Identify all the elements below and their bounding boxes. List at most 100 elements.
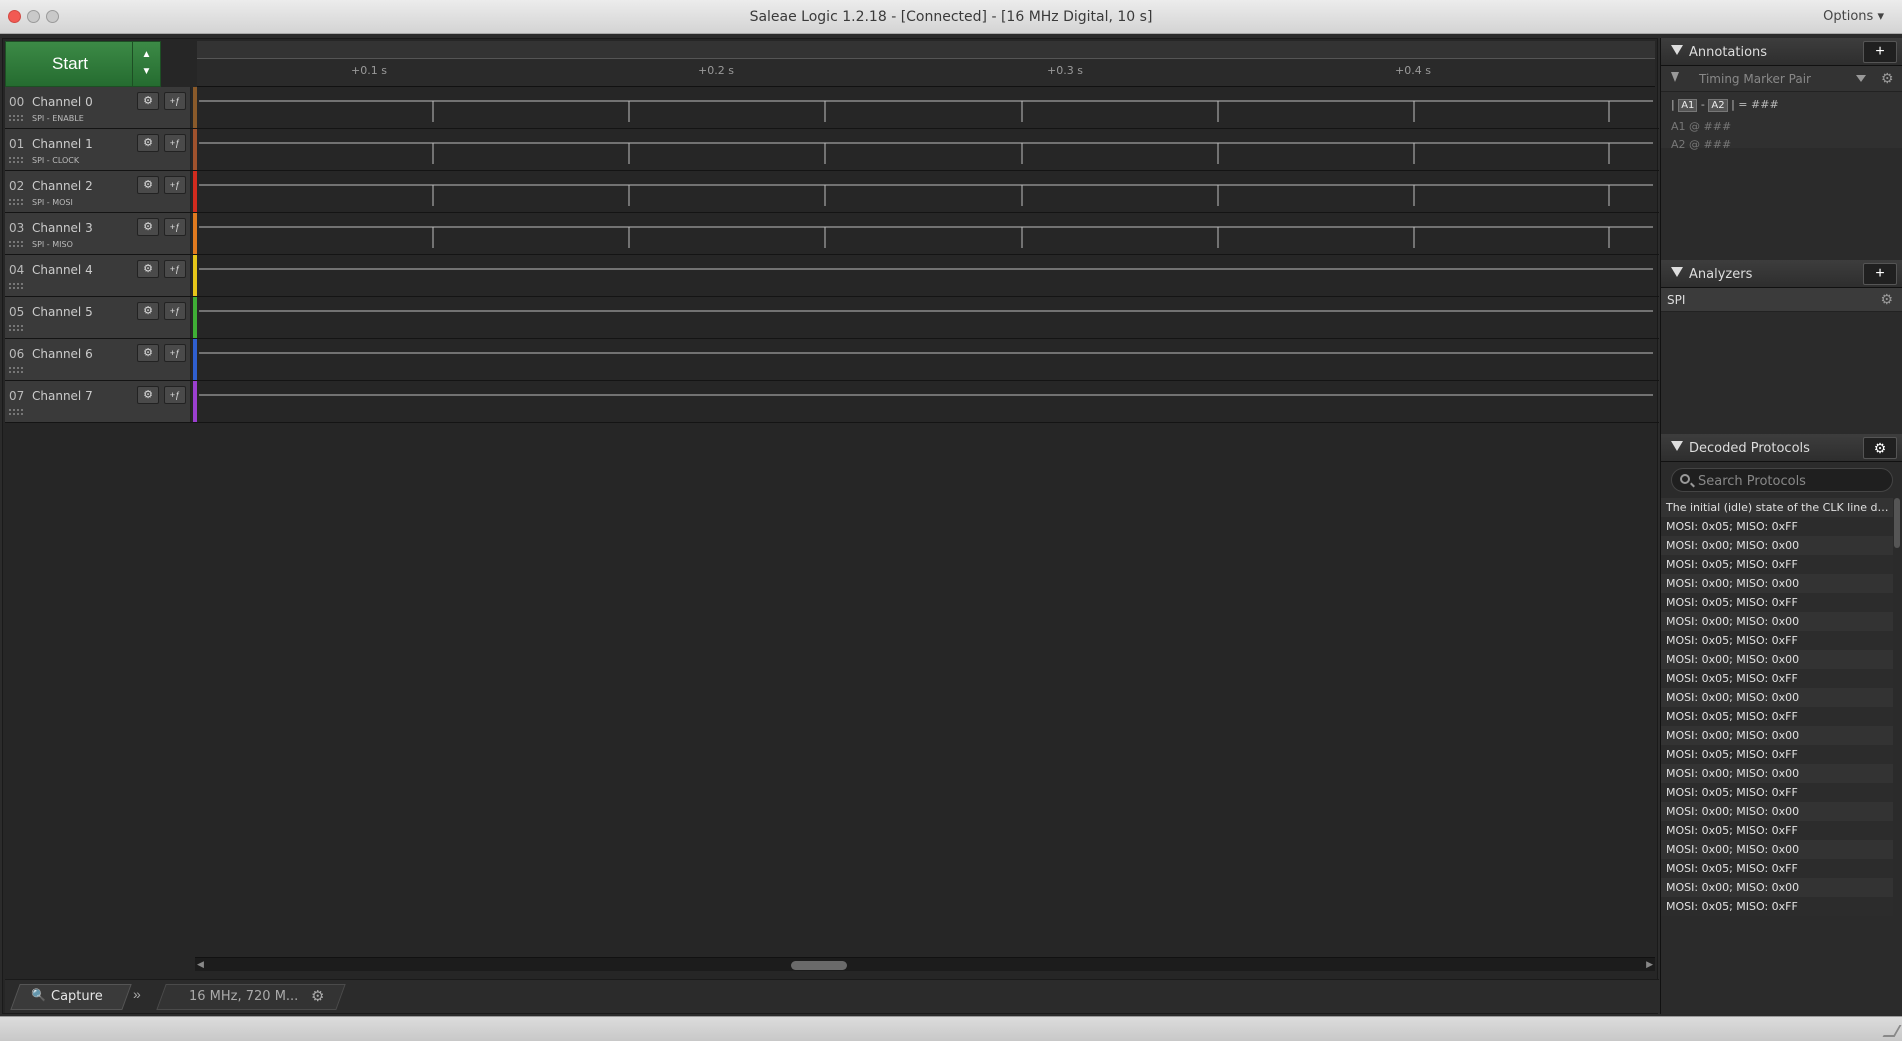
channel-trigger-button[interactable]: +ƒ	[164, 302, 186, 320]
channel-name[interactable]: Channel 2	[32, 179, 93, 193]
annotations-header[interactable]: Annotations +	[1661, 38, 1902, 66]
add-analyzer-button[interactable]: +	[1863, 263, 1897, 285]
channel-name[interactable]: Channel 5	[32, 305, 93, 319]
channel-info[interactable]: 06 Channel 6 ⚙ +ƒ	[5, 339, 191, 380]
scroll-right-icon[interactable]: ▶	[1646, 959, 1653, 970]
channel-name[interactable]: Channel 0	[32, 95, 93, 109]
add-annotation-button[interactable]: +	[1863, 41, 1897, 63]
protocol-list-item[interactable]: MOSI: 0x05; MISO: 0xFF	[1661, 897, 1893, 916]
protocol-list-item[interactable]: MOSI: 0x05; MISO: 0xFF	[1661, 517, 1893, 536]
channel-name[interactable]: Channel 7	[32, 389, 93, 403]
channel-trigger-button[interactable]: +ƒ	[164, 260, 186, 278]
start-button[interactable]: Start ▲ ▼	[5, 41, 161, 87]
gear-icon[interactable]: ⚙	[1881, 70, 1894, 87]
channel-settings-button[interactable]: ⚙	[137, 260, 159, 278]
analyzers-header[interactable]: Analyzers +	[1661, 260, 1902, 288]
channel-settings-button[interactable]: ⚙	[137, 218, 159, 236]
expand-icon[interactable]: »	[133, 986, 141, 1002]
collapse-triangle-icon[interactable]	[1671, 267, 1683, 277]
scroll-thumb[interactable]	[791, 961, 847, 970]
channel-info[interactable]: 01 Channel 1 SPI - CLOCK ⚙ +ƒ	[5, 129, 191, 170]
channel-settings-button[interactable]: ⚙	[137, 92, 159, 110]
timing-marker-row[interactable]: Timing Marker Pair ⚙	[1661, 66, 1902, 92]
decoded-protocols-header[interactable]: Decoded Protocols ⚙	[1661, 434, 1902, 462]
protocol-list-item[interactable]: MOSI: 0x00; MISO: 0x00	[1661, 802, 1893, 821]
chevron-down-icon[interactable]	[1856, 75, 1866, 82]
protocol-list-item[interactable]: MOSI: 0x05; MISO: 0xFF	[1661, 745, 1893, 764]
channel-settings-button[interactable]: ⚙	[137, 344, 159, 362]
channel-waveform[interactable]	[199, 339, 1653, 380]
protocol-list-item[interactable]: MOSI: 0x05; MISO: 0xFF	[1661, 821, 1893, 840]
protocol-list-item[interactable]: MOSI: 0x05; MISO: 0xFF	[1661, 593, 1893, 612]
drag-handle-icon[interactable]	[9, 325, 23, 331]
drag-handle-icon[interactable]	[9, 283, 23, 289]
drag-handle-icon[interactable]	[9, 115, 23, 121]
resize-grip-icon[interactable]	[1882, 1025, 1902, 1037]
protocols-scrollbar-thumb[interactable]	[1894, 498, 1900, 548]
protocol-list-item[interactable]: MOSI: 0x05; MISO: 0xFF	[1661, 859, 1893, 878]
channel-trigger-button[interactable]: +ƒ	[164, 92, 186, 110]
drag-handle-icon[interactable]	[9, 367, 23, 373]
channel-waveform[interactable]	[199, 129, 1653, 170]
channel-settings-button[interactable]: ⚙	[137, 386, 159, 404]
minimize-window-button[interactable]	[27, 10, 40, 23]
protocol-list-item[interactable]: MOSI: 0x00; MISO: 0x00	[1661, 840, 1893, 859]
channel-name[interactable]: Channel 6	[32, 347, 93, 361]
gear-icon[interactable]: ⚙	[1863, 437, 1897, 459]
gear-icon[interactable]: ⚙	[311, 987, 324, 1005]
protocol-list-item[interactable]: MOSI: 0x00; MISO: 0x00	[1661, 574, 1893, 593]
channel-settings-button[interactable]: ⚙	[137, 302, 159, 320]
protocol-list-item[interactable]: MOSI: 0x05; MISO: 0xFF	[1661, 555, 1893, 574]
channel-trigger-button[interactable]: +ƒ	[164, 176, 186, 194]
decoded-protocols-list[interactable]: The initial (idle) state of the CLK line…	[1661, 498, 1902, 1014]
drag-handle-icon[interactable]	[9, 241, 23, 247]
protocol-list-item[interactable]: MOSI: 0x00; MISO: 0x00	[1661, 726, 1893, 745]
protocol-list-item[interactable]: MOSI: 0x00; MISO: 0x00	[1661, 612, 1893, 631]
drag-handle-icon[interactable]	[9, 409, 23, 415]
horizontal-scrollbar[interactable]: ◀ ▶	[195, 957, 1655, 971]
channel-settings-button[interactable]: ⚙	[137, 134, 159, 152]
channel-info[interactable]: 03 Channel 3 SPI - MISO ⚙ +ƒ	[5, 213, 191, 254]
protocol-list-item[interactable]: MOSI: 0x00; MISO: 0x00	[1661, 764, 1893, 783]
protocol-list-item[interactable]: MOSI: 0x00; MISO: 0x00	[1661, 688, 1893, 707]
zoom-window-button[interactable]	[46, 10, 59, 23]
search-protocols-box[interactable]	[1671, 468, 1893, 492]
protocol-list-item[interactable]: MOSI: 0x05; MISO: 0xFF	[1661, 707, 1893, 726]
drag-handle-icon[interactable]	[9, 199, 23, 205]
time-ruler[interactable]: +0.1 s +0.2 s +0.3 s +0.4 s	[197, 41, 1655, 87]
channel-trigger-button[interactable]: +ƒ	[164, 134, 186, 152]
protocol-list-item[interactable]: MOSI: 0x05; MISO: 0xFF	[1661, 783, 1893, 802]
channel-waveform[interactable]	[199, 297, 1653, 338]
channel-settings-button[interactable]: ⚙	[137, 176, 159, 194]
channel-info[interactable]: 07 Channel 7 ⚙ +ƒ	[5, 381, 191, 422]
analyzer-item-spi[interactable]: SPI ⚙	[1661, 288, 1902, 312]
protocol-list-item[interactable]: MOSI: 0x00; MISO: 0x00	[1661, 878, 1893, 897]
start-options-button[interactable]: ▲ ▼	[132, 42, 160, 86]
close-window-button[interactable]	[8, 10, 21, 23]
channel-waveform[interactable]	[199, 255, 1653, 296]
channel-trigger-button[interactable]: +ƒ	[164, 344, 186, 362]
channel-waveform[interactable]	[199, 213, 1653, 254]
protocol-list-item[interactable]: MOSI: 0x00; MISO: 0x00	[1661, 650, 1893, 669]
channel-trigger-button[interactable]: +ƒ	[164, 386, 186, 404]
channel-name[interactable]: Channel 4	[32, 263, 93, 277]
protocol-list-item[interactable]: MOSI: 0x00; MISO: 0x00	[1661, 536, 1893, 555]
channel-trigger-button[interactable]: +ƒ	[164, 218, 186, 236]
channel-waveform[interactable]	[199, 381, 1653, 422]
protocol-list-item[interactable]: MOSI: 0x05; MISO: 0xFF	[1661, 631, 1893, 650]
options-menu-button[interactable]: Options ▾	[1823, 9, 1884, 24]
channel-name[interactable]: Channel 1	[32, 137, 93, 151]
channel-waveform[interactable]	[199, 87, 1653, 128]
channel-info[interactable]: 05 Channel 5 ⚙ +ƒ	[5, 297, 191, 338]
protocol-list-item[interactable]: MOSI: 0x05; MISO: 0xFF	[1661, 669, 1893, 688]
scroll-left-icon[interactable]: ◀	[197, 959, 204, 970]
search-protocols-input[interactable]	[1698, 472, 1888, 490]
channel-name[interactable]: Channel 3	[32, 221, 93, 235]
collapse-triangle-icon[interactable]	[1671, 441, 1683, 451]
drag-handle-icon[interactable]	[9, 157, 23, 163]
collapse-triangle-icon[interactable]	[1671, 45, 1683, 55]
channel-info[interactable]: 00 Channel 0 SPI - ENABLE ⚙ +ƒ	[5, 87, 191, 128]
protocol-list-item[interactable]: The initial (idle) state of the CLK line…	[1661, 498, 1893, 517]
gear-icon[interactable]: ⚙	[1880, 291, 1893, 308]
channel-waveform[interactable]	[199, 171, 1653, 212]
